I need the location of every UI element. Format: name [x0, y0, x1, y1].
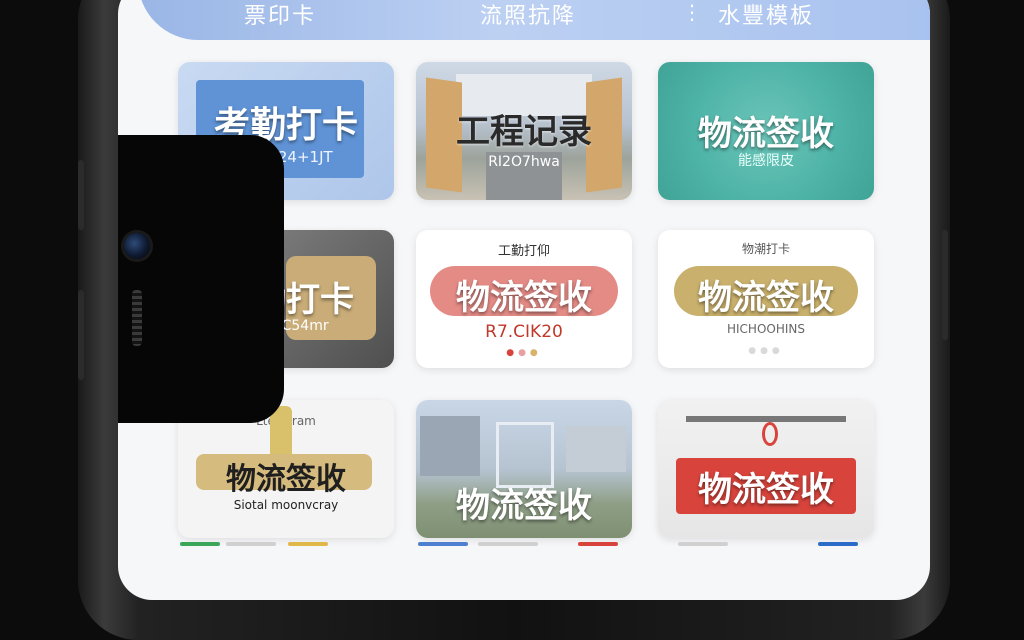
card-subtitle: Siotal moonvcray: [233, 498, 339, 512]
card-title: 物流签收: [456, 278, 592, 318]
more-icon[interactable]: ⋮: [682, 0, 702, 24]
template-card-logistics-building[interactable]: 物流签收: [416, 400, 632, 538]
card-subtitle: 能感限皮: [738, 153, 794, 169]
speaker-grille: [132, 290, 142, 346]
banner-bar: [686, 416, 846, 422]
card-title: 工程记录: [456, 112, 592, 152]
card-subtitle: RI2O7hwa: [488, 154, 560, 170]
template-card-engineering[interactable]: 工程记录 RI2O7hwa: [416, 62, 632, 200]
template-card-logistics-gold[interactable]: 物潮打卡 物流签收 HICHOOHINS ●●●: [658, 230, 874, 368]
building-shape: [420, 416, 480, 476]
card-subtitle: HICHOOHINS: [726, 322, 805, 336]
volume-down-button: [78, 290, 84, 380]
building-shape: [566, 426, 626, 472]
phone-notch: [118, 135, 284, 423]
card-subtitle: R7.CIK20: [485, 322, 563, 342]
page-dots: ●●●: [748, 346, 784, 356]
tab-punch-card[interactable]: 票印卡: [244, 0, 316, 30]
power-button: [942, 230, 948, 340]
card-title: 物流签收: [456, 486, 592, 526]
tab-flow[interactable]: 流照抗降: [480, 0, 576, 30]
card-title: 物流签收: [698, 278, 834, 318]
tab-watermark-templates[interactable]: 水豐模板: [718, 0, 814, 30]
page-dots: ●●●: [506, 348, 542, 358]
template-card-logistics-red[interactable]: 工勤打仰 物流签收 R7.CIK20 ●●●: [416, 230, 632, 368]
phone-screen: 票印卡 流照抗降 ⋮ 水豐模板 考勤打卡 BT4324+1JT 工程记录 RI2…: [118, 0, 930, 600]
card-title: 物流签收: [698, 470, 834, 510]
template-card-logistics-banner[interactable]: 物流签收: [658, 400, 874, 538]
card-overline: 工勤打仰: [497, 244, 550, 259]
volume-up-button: [78, 160, 84, 230]
card-title: 物流签收: [226, 462, 346, 497]
card-title: 物流签收: [698, 114, 834, 154]
card-overline: 物潮打卡: [741, 242, 790, 256]
template-card-logistics-teal[interactable]: 物流签收 能感限皮: [658, 62, 874, 200]
banner-hook-icon: [762, 422, 778, 446]
front-camera-icon: [124, 233, 150, 259]
